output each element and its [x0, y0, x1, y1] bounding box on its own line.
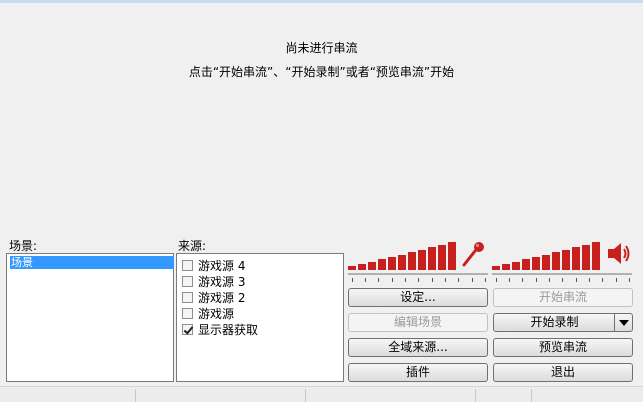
- exit-button[interactable]: 退出: [493, 363, 633, 382]
- source-label: 游戏源: [198, 306, 235, 321]
- edit-scene-button[interactable]: 编辑场景: [348, 313, 488, 332]
- source-checkbox[interactable]: [182, 307, 193, 319]
- start-record-label: 开始录制: [530, 315, 579, 329]
- source-label: 显示器获取: [198, 322, 259, 337]
- start-record-button[interactable]: 开始录制: [493, 313, 633, 332]
- source-label: 游戏源 2: [198, 290, 246, 305]
- source-checkbox[interactable]: [182, 291, 193, 303]
- scenes-label: 场景:: [9, 239, 38, 253]
- source-item[interactable]: 显示器获取: [182, 321, 258, 337]
- microphone-icon[interactable]: [461, 240, 487, 268]
- scene-item[interactable]: 场景: [10, 256, 174, 269]
- source-checkbox[interactable]: [182, 275, 193, 287]
- desktop-volume-meter[interactable]: [492, 240, 602, 270]
- source-item[interactable]: 游戏源 3: [182, 273, 245, 289]
- preview-status-text: 尚未进行串流: [285, 41, 358, 55]
- sources-label: 来源:: [178, 239, 207, 253]
- status-bar: [0, 386, 643, 402]
- source-item[interactable]: 游戏源 2: [182, 289, 245, 305]
- source-item[interactable]: 游戏源 4: [182, 257, 245, 273]
- desktop-volume-slider[interactable]: [492, 273, 632, 275]
- preview-hint-text: 点击“开始串流”、“开始录制”或者“预览串流”开始: [188, 65, 455, 79]
- mic-volume-slider[interactable]: [348, 273, 488, 275]
- source-checkbox-checked[interactable]: [182, 323, 193, 335]
- preview-stream-button[interactable]: 预览串流: [493, 338, 633, 357]
- source-checkbox[interactable]: [182, 259, 193, 271]
- scenes-list[interactable]: 场景: [6, 253, 174, 382]
- chevron-down-icon: [619, 320, 629, 326]
- plugins-button[interactable]: 插件: [348, 363, 488, 382]
- global-sources-button[interactable]: 全域来源...: [348, 338, 488, 357]
- start-stream-button[interactable]: 开始串流: [493, 288, 633, 307]
- source-label: 游戏源 3: [198, 274, 246, 289]
- preview-area: 尚未进行串流 点击“开始串流”、“开始录制”或者“预览串流”开始: [0, 3, 643, 233]
- settings-button[interactable]: 设定...: [348, 288, 488, 307]
- record-options-dropdown[interactable]: [614, 314, 632, 331]
- speaker-icon[interactable]: [606, 241, 632, 267]
- sources-list[interactable]: 游戏源 4 游戏源 3 游戏源 2 游戏源 显示器获取: [176, 253, 344, 382]
- source-label: 游戏源 4: [198, 258, 246, 273]
- source-item[interactable]: 游戏源: [182, 305, 234, 321]
- mic-volume-meter[interactable]: [348, 240, 458, 270]
